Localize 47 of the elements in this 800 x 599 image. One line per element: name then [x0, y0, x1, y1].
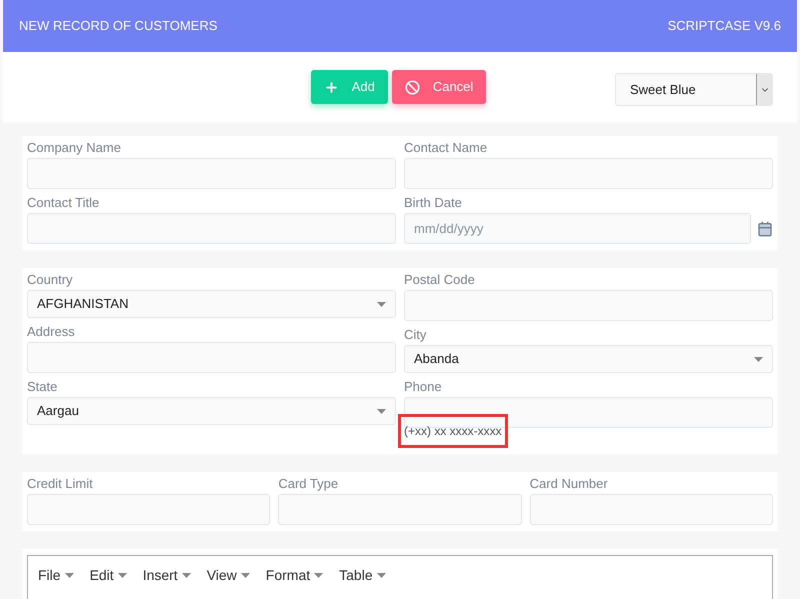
field-label: Postal Code — [404, 272, 476, 288]
calendar-icon[interactable] — [757, 220, 773, 236]
menu-item[interactable]: Format — [266, 565, 324, 586]
field-label: State — [27, 379, 58, 395]
input-field[interactable] — [27, 213, 396, 244]
version-label: SCRIPTCASE V9.6 — [668, 17, 781, 36]
menu-item[interactable]: Insert — [142, 565, 191, 586]
menu-item[interactable]: View — [206, 565, 250, 586]
field-label: Contact Name — [404, 140, 488, 156]
input-field[interactable] — [404, 397, 773, 428]
input-field[interactable] — [404, 158, 773, 189]
caret-icon — [377, 302, 386, 306]
field-label: Birth Date — [404, 195, 463, 211]
menu-item[interactable]: Edit — [90, 565, 127, 586]
field-label: Credit Limit — [27, 476, 94, 492]
field-label: Card Number — [530, 476, 609, 492]
caret-icon — [377, 408, 386, 414]
format-hint: (+xx) xx xxxx-xxxx — [398, 414, 508, 448]
caret-icon — [182, 573, 191, 578]
caret-icon — [64, 573, 74, 578]
field-label: Card Type — [278, 476, 340, 492]
caret-icon — [118, 573, 127, 578]
menu-item[interactable]: Table — [339, 565, 386, 586]
caret-icon — [376, 573, 386, 578]
field-label: Company Name — [27, 140, 122, 156]
menu-item[interactable]: File — [38, 565, 74, 586]
field-label: Country — [27, 272, 74, 288]
caret-icon — [240, 573, 250, 578]
field-label: City — [404, 327, 428, 343]
input-field[interactable] — [27, 158, 396, 189]
page-title: NEW RECORD OF CUSTOMERS — [19, 17, 218, 36]
input-field[interactable] — [530, 494, 773, 525]
dropdown-field[interactable]: Abanda — [404, 345, 773, 373]
caret-icon — [314, 573, 324, 578]
theme-select[interactable]: Sweet Blue — [615, 73, 773, 106]
input-field[interactable] — [404, 290, 773, 321]
input-field[interactable] — [27, 494, 270, 525]
plus-icon — [324, 80, 339, 94]
field-label: Phone — [404, 379, 443, 395]
ban-icon — [404, 80, 420, 94]
dropdown-field[interactable]: AFGHANISTAN — [27, 290, 396, 318]
dropdown-field[interactable]: Aargau — [27, 397, 396, 425]
field-label: Contact Title — [27, 195, 100, 211]
caret-icon — [754, 356, 763, 362]
field-label: Address — [27, 324, 76, 340]
input-field[interactable] — [278, 494, 522, 525]
input-field[interactable] — [27, 342, 396, 373]
